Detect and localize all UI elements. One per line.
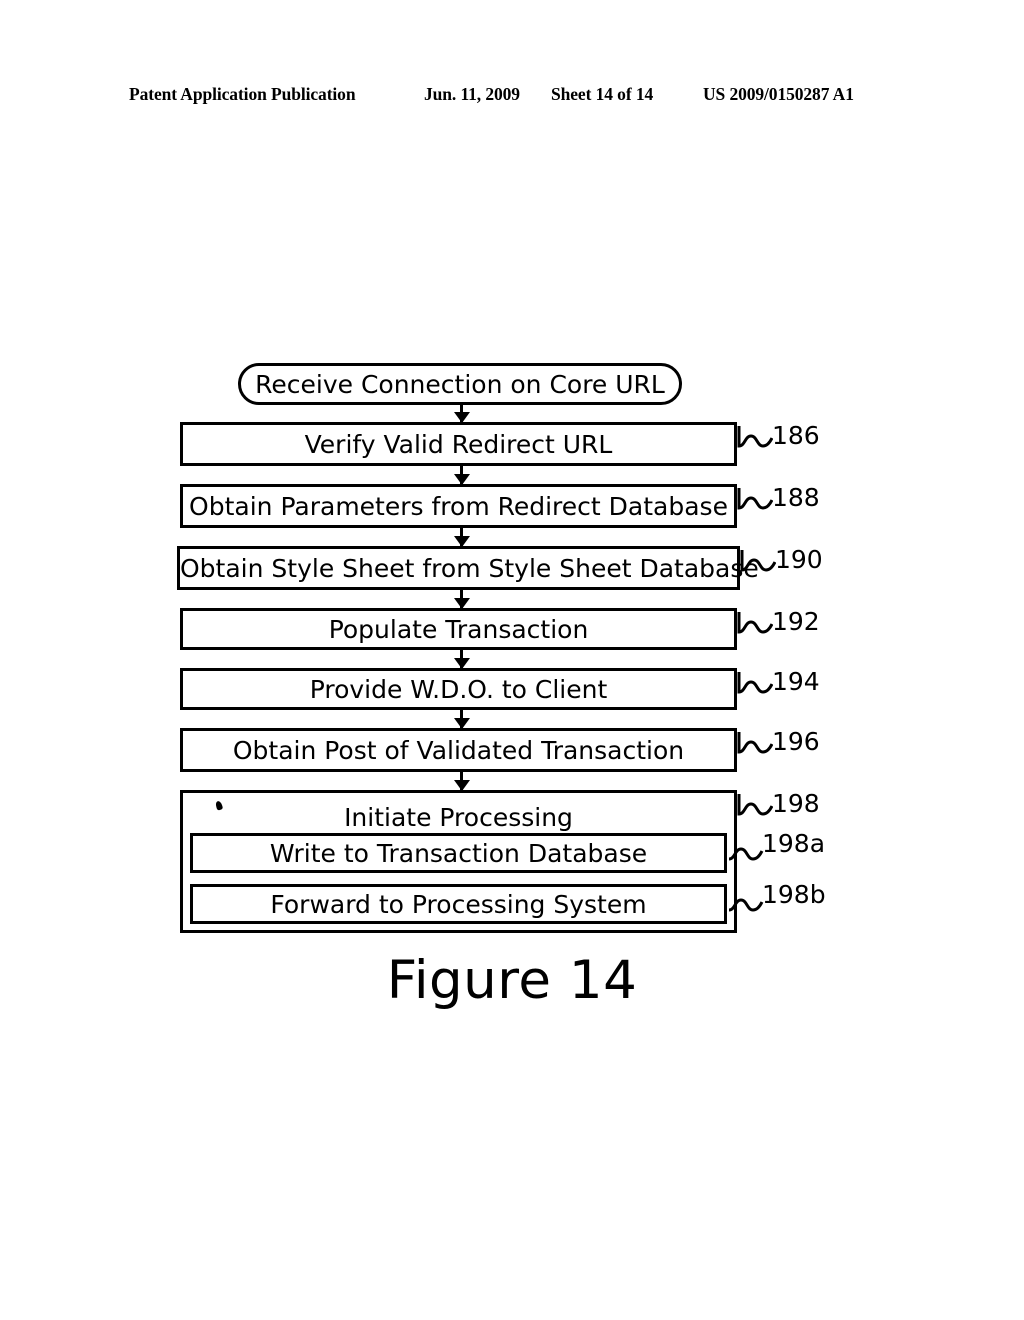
reference-numeral-194: 194 [772,667,820,696]
reference-numeral-198b: 198b [762,880,826,909]
leader-line-198 [737,794,773,816]
flow-node-186-label: Verify Valid Redirect URL [304,429,613,459]
flow-node-198b: Forward to Processing System [190,884,727,924]
flow-arrow-192-to-194 [460,650,463,668]
flow-node-start-label: Receive Connection on Core URL [255,369,665,399]
flow-arrow-188-to-190 [460,528,463,546]
flow-node-194: Provide W.D.O. to Client [180,668,737,710]
flow-arrow-196-to-198 [460,772,463,790]
flow-node-196: Obtain Post of Validated Transaction [180,728,737,772]
leader-line-192 [737,612,773,634]
flow-node-190-label: Obtain Style Sheet from Style Sheet Data… [180,553,759,583]
leader-line-196 [737,732,773,754]
flow-arrow-194-to-196 [460,710,463,728]
flow-node-start: Receive Connection on Core URL [238,363,682,405]
reference-numeral-198: 198 [772,789,820,818]
flow-node-198-label: Initiate Processing [344,803,573,832]
flow-node-198b-label: Forward to Processing System [270,889,647,919]
figure-caption: Figure 14 [386,950,638,1011]
flow-arrow-start-to-186 [460,405,463,422]
flow-arrow-190-to-192 [460,590,463,608]
flow-node-198a-label: Write to Transaction Database [269,838,648,868]
flow-node-196-label: Obtain Post of Validated Transaction [232,735,685,765]
flow-node-192: Populate Transaction [180,608,737,650]
reference-numeral-186: 186 [772,421,820,450]
leader-line-186 [737,426,773,448]
flow-node-192-label: Populate Transaction [328,614,589,644]
flow-arrow-186-to-188 [460,466,463,484]
flow-node-194-label: Provide W.D.O. to Client [309,674,608,704]
reference-numeral-190: 190 [775,545,823,574]
reference-numeral-192: 192 [772,607,820,636]
reference-numeral-198a: 198a [762,829,826,858]
flowchart-figure: Receive Connection on Core URL Verify Va… [0,0,1024,1320]
leader-line-188 [737,488,773,510]
flow-node-188-label: Obtain Parameters from Redirect Database [189,491,728,521]
leader-line-190 [740,550,776,572]
flow-node-198a: Write to Transaction Database [190,833,727,873]
reference-numeral-196: 196 [772,727,820,756]
reference-numeral-188: 188 [772,483,820,512]
flow-node-186: Verify Valid Redirect URL [180,422,737,466]
flow-node-190: Obtain Style Sheet from Style Sheet Data… [177,546,759,590]
flow-node-188: Obtain Parameters from Redirect Database [180,484,737,528]
leader-line-194 [737,672,773,694]
